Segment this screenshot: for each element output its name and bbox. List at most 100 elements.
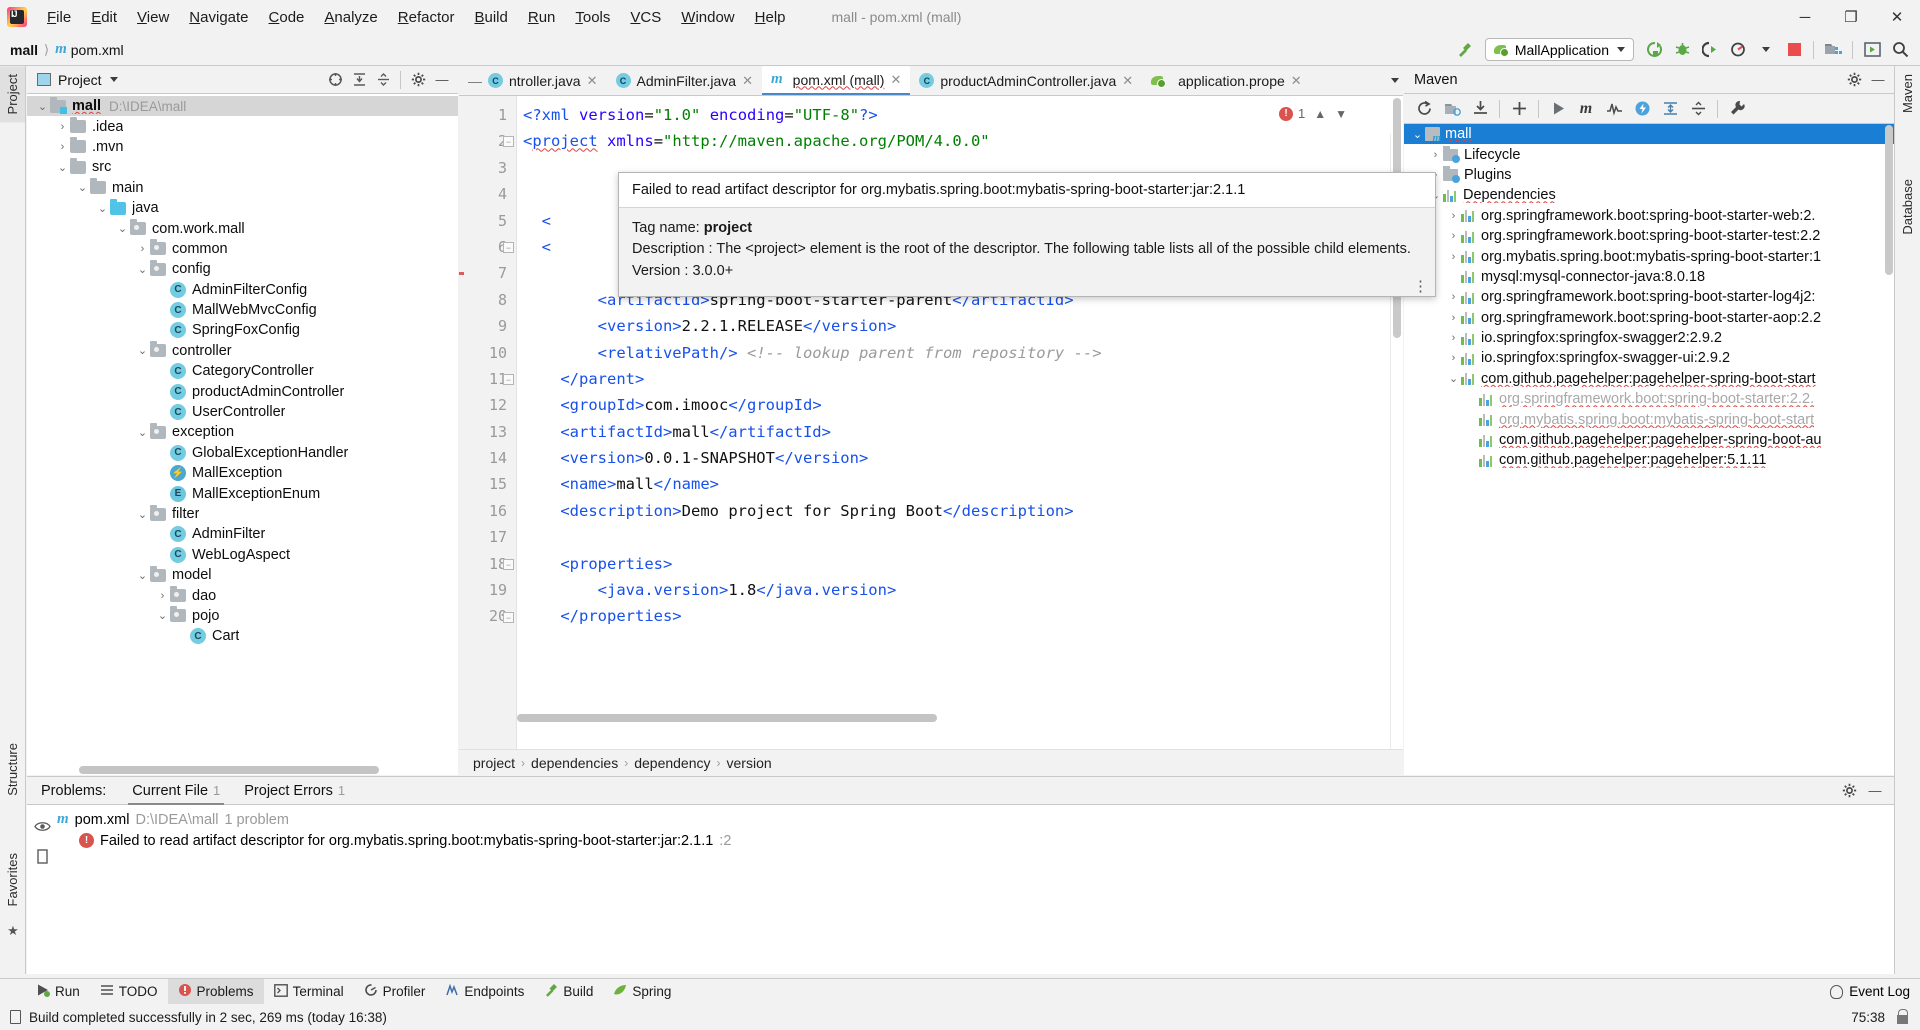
editor-horizontal-scrollbar[interactable] — [517, 714, 1389, 723]
tree-item[interactable]: E MallExceptionEnum — [27, 483, 458, 503]
build-hammer-icon[interactable] — [1452, 38, 1478, 62]
editor-breadcrumb-item[interactable]: dependency — [634, 755, 710, 771]
tree-item[interactable]: C WebLogAspect — [27, 545, 458, 565]
menu-navigate[interactable]: Navigate — [179, 6, 258, 29]
run-icon[interactable] — [1641, 38, 1667, 62]
maven-tree-item[interactable]: ⌄ mall — [1404, 124, 1894, 145]
toggle-skip-tests-icon[interactable] — [1600, 96, 1628, 122]
maven-tree-item[interactable]: mysql:mysql-connector-java:8.0.18 — [1404, 267, 1894, 287]
expand-all-icon[interactable] — [1656, 96, 1684, 122]
run-with-coverage-icon[interactable] — [1697, 38, 1723, 62]
tree-item[interactable]: ⌄ src — [27, 157, 458, 177]
hide-panel-icon[interactable]: — — [1866, 68, 1890, 92]
menu-file[interactable]: File — [37, 6, 81, 29]
menu-window[interactable]: Window — [671, 6, 744, 29]
breadcrumb-file[interactable]: m pom.xml — [55, 41, 124, 58]
maven-tree-item[interactable]: › Lifecycle — [1404, 144, 1894, 164]
editor-tab-list-icon[interactable] — [1387, 66, 1403, 95]
maven-tree-item[interactable]: ⌄Dependencies — [1404, 185, 1894, 205]
sidebar-item-project[interactable]: Project — [0, 66, 25, 123]
chevron-down-icon[interactable]: ⌄ — [155, 609, 170, 622]
code-fold-icon[interactable]: − — [503, 611, 514, 623]
tree-item[interactable]: ⌄ mall D:\IDEA\mall — [27, 96, 458, 117]
tree-item[interactable]: › .idea — [27, 116, 458, 136]
caret-position[interactable]: 75:38 — [1851, 1010, 1885, 1025]
menu-build[interactable]: Build — [464, 6, 517, 29]
menu-view[interactable]: View — [127, 6, 179, 29]
problems-tab[interactable]: Project Errors 1 — [232, 777, 357, 805]
maven-tree-item[interactable]: com.github.pagehelper:pagehelper-spring-… — [1404, 430, 1894, 450]
editor-tab[interactable]: application.prope ✕ — [1142, 66, 1311, 95]
problems-item-row[interactable]: ! Failed to read artifact descriptor for… — [57, 830, 1894, 851]
tree-item[interactable]: ⌄ exception — [27, 422, 458, 442]
gear-icon[interactable] — [406, 68, 430, 92]
favorites-star-icon[interactable]: ★ — [0, 918, 26, 944]
add-icon[interactable] — [1505, 96, 1533, 122]
maven-tree-item[interactable]: org.springframework.boot:spring-boot-sta… — [1404, 389, 1894, 409]
maven-projects-tree[interactable]: ⌄mall›Lifecycle›Plugins⌄Dependencies›org… — [1404, 124, 1894, 775]
close-icon[interactable]: ✕ — [742, 73, 753, 89]
maven-tree-item[interactable]: › io.springfox:springfox-swagger-ui:2.9.2 — [1404, 348, 1894, 368]
maven-tree-item[interactable]: › org.mybatis.spring.boot:mybatis-spring-… — [1404, 246, 1894, 266]
tree-item[interactable]: › dao — [27, 585, 458, 605]
chevron-down-icon[interactable]: ⌄ — [55, 161, 70, 174]
chevron-right-icon[interactable]: › — [1446, 352, 1461, 364]
chevron-down-icon[interactable]: ⌄ — [135, 426, 150, 439]
tree-item[interactable]: C SpringFoxConfig — [27, 320, 458, 340]
tree-item[interactable]: › common — [27, 239, 458, 259]
hide-panel-icon[interactable]: — — [1862, 778, 1888, 804]
chevron-down-icon[interactable]: ⌄ — [95, 202, 110, 215]
settings-wrench-icon[interactable] — [1723, 96, 1751, 122]
chevron-down-icon[interactable] — [1753, 38, 1779, 62]
previous-error-icon[interactable]: ▲ — [1314, 107, 1326, 121]
problems-file-row[interactable]: m pom.xml D:\IDEA\mall 1 problem — [57, 809, 1894, 830]
execute-maven-goal-icon[interactable] — [1628, 96, 1656, 122]
sidebar-item-maven[interactable]: Maven — [1895, 66, 1920, 121]
maven-tree-item[interactable]: ⌄ com.github.pagehelper:pagehelper-spring… — [1404, 369, 1894, 389]
run-icon[interactable] — [1544, 96, 1572, 122]
bottom-tab-profiler[interactable]: Profiler — [354, 979, 436, 1005]
code-fold-icon[interactable]: − — [503, 136, 514, 148]
maven-tree-item[interactable]: › org.springframework.boot:spring-boot-st… — [1404, 287, 1894, 307]
project-horizontal-scrollbar[interactable] — [27, 766, 458, 775]
inspection-status-widget[interactable]: ! 1 ▲ ▼ — [1278, 106, 1347, 121]
tree-item[interactable]: ⌄ controller — [27, 341, 458, 361]
maven-tree-item[interactable]: com.github.pagehelper:pagehelper:5.1.11 — [1404, 450, 1894, 470]
editor-breadcrumb-item[interactable]: version — [727, 755, 772, 771]
maximize-button[interactable]: ❐ — [1828, 0, 1874, 34]
tree-item[interactable]: CproductAdminController — [27, 381, 458, 401]
expand-all-icon[interactable] — [347, 68, 371, 92]
chevron-right-icon[interactable]: › — [1446, 291, 1461, 303]
chevron-down-icon[interactable]: ⌄ — [75, 181, 90, 194]
run-configuration-selector[interactable]: MallApplication — [1484, 38, 1634, 61]
hide-panel-icon[interactable]: — — [430, 68, 454, 92]
tree-item[interactable]: C AdminFilterConfig — [27, 280, 458, 300]
maven-goal-icon[interactable]: m — [1572, 96, 1600, 122]
gear-icon[interactable] — [1842, 68, 1866, 92]
chevron-right-icon[interactable]: › — [1446, 230, 1461, 242]
tree-item[interactable]: C MallWebMvcConfig — [27, 300, 458, 320]
code-fold-icon[interactable]: − — [503, 374, 514, 385]
download-sources-icon[interactable] — [1466, 96, 1494, 122]
chevron-right-icon[interactable]: › — [155, 590, 170, 602]
tree-item[interactable]: ⌄ pojo — [27, 606, 458, 626]
editor-tab[interactable]: C AdminFilter.java ✕ — [607, 66, 763, 95]
chevron-right-icon[interactable]: › — [55, 121, 70, 133]
tree-item[interactable]: ⌄ java — [27, 198, 458, 218]
maven-tree-item[interactable]: › org.springframework.boot:spring-boot-st… — [1404, 308, 1894, 328]
editor-breadcrumb-item[interactable]: project — [473, 755, 515, 771]
bottom-tab-todo[interactable]: TODO — [90, 979, 168, 1005]
tree-item[interactable]: ⌄ config — [27, 259, 458, 279]
close-button[interactable]: ✕ — [1874, 0, 1920, 34]
stop-icon[interactable] — [1781, 38, 1807, 62]
tree-item[interactable]: ⌄ main — [27, 178, 458, 198]
chevron-down-icon[interactable]: ⌄ — [1446, 372, 1461, 385]
sidebar-item-database[interactable]: Database — [1895, 171, 1920, 243]
problems-list[interactable]: m pom.xml D:\IDEA\mall 1 problem ! Faile… — [57, 805, 1894, 974]
chevron-down-icon[interactable]: ⌄ — [1410, 128, 1425, 141]
bottom-tab-problems[interactable]: Problems — [167, 978, 264, 1005]
chevron-down-icon[interactable]: ⌄ — [115, 222, 130, 235]
debug-icon[interactable] — [1669, 38, 1695, 62]
next-error-icon[interactable]: ▼ — [1335, 107, 1347, 121]
editor-gutter[interactable]: 12−3456−7891011−12131415161718−1920− — [459, 96, 517, 749]
